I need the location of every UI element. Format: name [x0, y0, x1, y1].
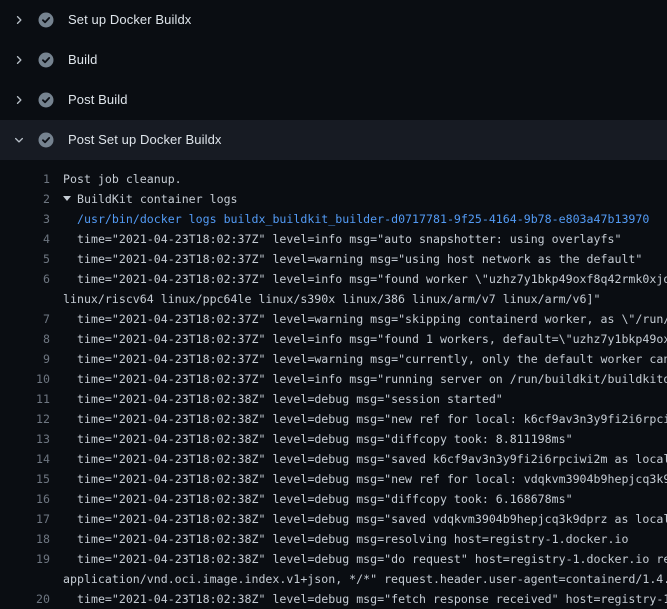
- log-line-text: time="2021-04-23T18:02:37Z" level=warnin…: [77, 349, 667, 369]
- log-line: 8 time="2021-04-23T18:02:37Z" level=info …: [0, 329, 667, 349]
- log-line: 6 time="2021-04-23T18:02:37Z" level=info …: [0, 269, 667, 289]
- log-line: 16 time="2021-04-23T18:02:38Z" level=debu…: [0, 489, 667, 509]
- log-line: 13 time="2021-04-23T18:02:38Z" level=debu…: [0, 429, 667, 449]
- log-line-wrap: application/vnd.oci.image.index.v1+json,…: [0, 569, 667, 589]
- chevron-down-icon: [12, 134, 25, 147]
- log-command-text: /usr/bin/docker logs buildx_buildkit_bui…: [77, 209, 649, 229]
- step-label: Set up Docker Buildx: [68, 12, 191, 28]
- log-line: 18 time="2021-04-23T18:02:38Z" level=debu…: [0, 529, 667, 549]
- step-row-build[interactable]: Build: [0, 40, 667, 80]
- line-number: [0, 289, 50, 309]
- log-line-wrap: linux/riscv64 linux/ppc64le linux/s390x …: [0, 289, 667, 309]
- log-line: 17 time="2021-04-23T18:02:38Z" level=debu…: [0, 509, 667, 529]
- chevron-right-icon: [12, 14, 25, 27]
- log-line: 2 BuildKit container logs: [0, 189, 667, 209]
- line-number[interactable]: 20: [0, 589, 50, 609]
- line-number[interactable]: 3: [0, 209, 50, 229]
- line-number[interactable]: 9: [0, 349, 50, 369]
- log-line-text: time="2021-04-23T18:02:38Z" level=debug …: [77, 469, 667, 489]
- log-line-text: time="2021-04-23T18:02:37Z" level=warnin…: [77, 249, 642, 269]
- log-line-text: time="2021-04-23T18:02:38Z" level=debug …: [77, 389, 503, 409]
- log-line-text: application/vnd.oci.image.index.v1+json,…: [63, 569, 667, 589]
- log-line-text: time="2021-04-23T18:02:38Z" level=debug …: [77, 429, 573, 449]
- log-line-text: time="2021-04-23T18:02:38Z" level=debug …: [77, 409, 667, 429]
- log-line-text: time="2021-04-23T18:02:37Z" level=warnin…: [77, 309, 667, 329]
- log-line-text: time="2021-04-23T18:02:37Z" level=info m…: [77, 269, 667, 289]
- step-row-setup-docker-buildx[interactable]: Set up Docker Buildx: [0, 0, 667, 40]
- log-line: 4 time="2021-04-23T18:02:37Z" level=info …: [0, 229, 667, 249]
- success-check-icon: [38, 12, 54, 28]
- log-line: 9 time="2021-04-23T18:02:37Z" level=warni…: [0, 349, 667, 369]
- steps-list: Set up Docker Buildx Build Post Build Po…: [0, 0, 667, 160]
- log-line-text: Post job cleanup.: [63, 169, 182, 189]
- log-line-text: time="2021-04-23T18:02:38Z" level=debug …: [77, 549, 667, 569]
- line-number[interactable]: 15: [0, 469, 50, 489]
- log-line-text: linux/riscv64 linux/ppc64le linux/s390x …: [63, 289, 600, 309]
- log-line: 1 Post job cleanup.: [0, 169, 667, 189]
- line-number[interactable]: 17: [0, 509, 50, 529]
- line-number[interactable]: 19: [0, 549, 50, 569]
- line-number[interactable]: 13: [0, 429, 50, 449]
- log-line: 5 time="2021-04-23T18:02:37Z" level=warni…: [0, 249, 667, 269]
- log-line-text: time="2021-04-23T18:02:37Z" level=info m…: [77, 369, 667, 389]
- line-number: [0, 569, 50, 589]
- log-line-text: time="2021-04-23T18:02:37Z" level=info m…: [77, 229, 621, 249]
- success-check-icon: [38, 92, 54, 108]
- log-line-text: time="2021-04-23T18:02:38Z" level=debug …: [77, 449, 667, 469]
- step-label: Post Set up Docker Buildx: [68, 132, 222, 148]
- log-line-text: time="2021-04-23T18:02:38Z" level=debug …: [77, 529, 628, 549]
- step-label: Build: [68, 52, 97, 68]
- line-number[interactable]: 16: [0, 489, 50, 509]
- log-line: 19 time="2021-04-23T18:02:38Z" level=debu…: [0, 549, 667, 569]
- line-number[interactable]: 14: [0, 449, 50, 469]
- line-number[interactable]: 5: [0, 249, 50, 269]
- log-line: 11 time="2021-04-23T18:02:38Z" level=debu…: [0, 389, 667, 409]
- line-number[interactable]: 8: [0, 329, 50, 349]
- log-group-label: BuildKit container logs: [77, 192, 238, 206]
- log-line: 3/usr/bin/docker logs buildx_buildkit_bu…: [0, 209, 667, 229]
- line-number[interactable]: 11: [0, 389, 50, 409]
- line-number[interactable]: 12: [0, 409, 50, 429]
- log-line-text: time="2021-04-23T18:02:37Z" level=info m…: [77, 329, 667, 349]
- success-check-icon: [38, 52, 54, 68]
- step-label: Post Build: [68, 92, 128, 108]
- log-line-text: time="2021-04-23T18:02:38Z" level=debug …: [77, 489, 573, 509]
- log-line: 15 time="2021-04-23T18:02:38Z" level=debu…: [0, 469, 667, 489]
- chevron-right-icon: [12, 94, 25, 107]
- line-number[interactable]: 2: [0, 189, 50, 209]
- log-line: 14 time="2021-04-23T18:02:38Z" level=debu…: [0, 449, 667, 469]
- step-row-post-setup-docker-buildx[interactable]: Post Set up Docker Buildx: [0, 120, 667, 160]
- log-line: 7 time="2021-04-23T18:02:37Z" level=warni…: [0, 309, 667, 329]
- line-number[interactable]: 7: [0, 309, 50, 329]
- success-check-icon: [38, 132, 54, 148]
- line-number[interactable]: 10: [0, 369, 50, 389]
- line-number[interactable]: 1: [0, 169, 50, 189]
- log-pane: 1 Post job cleanup. 2 BuildKit container lo…: [0, 160, 667, 609]
- log-line-text: time="2021-04-23T18:02:38Z" level=debug …: [77, 509, 667, 529]
- group-expand-triangle-icon: [63, 196, 71, 201]
- log-line: 10 time="2021-04-23T18:02:37Z" level=info…: [0, 369, 667, 389]
- step-row-post-build[interactable]: Post Build: [0, 80, 667, 120]
- chevron-right-icon: [12, 54, 25, 67]
- log-line: 20 time="2021-04-23T18:02:38Z" level=debu…: [0, 589, 667, 609]
- log-line: 12 time="2021-04-23T18:02:38Z" level=debu…: [0, 409, 667, 429]
- log-group-toggle[interactable]: BuildKit container logs: [63, 189, 238, 209]
- line-number[interactable]: 18: [0, 529, 50, 549]
- line-number[interactable]: 4: [0, 229, 50, 249]
- line-number[interactable]: 6: [0, 269, 50, 289]
- log-line-text: time="2021-04-23T18:02:38Z" level=debug …: [77, 589, 667, 609]
